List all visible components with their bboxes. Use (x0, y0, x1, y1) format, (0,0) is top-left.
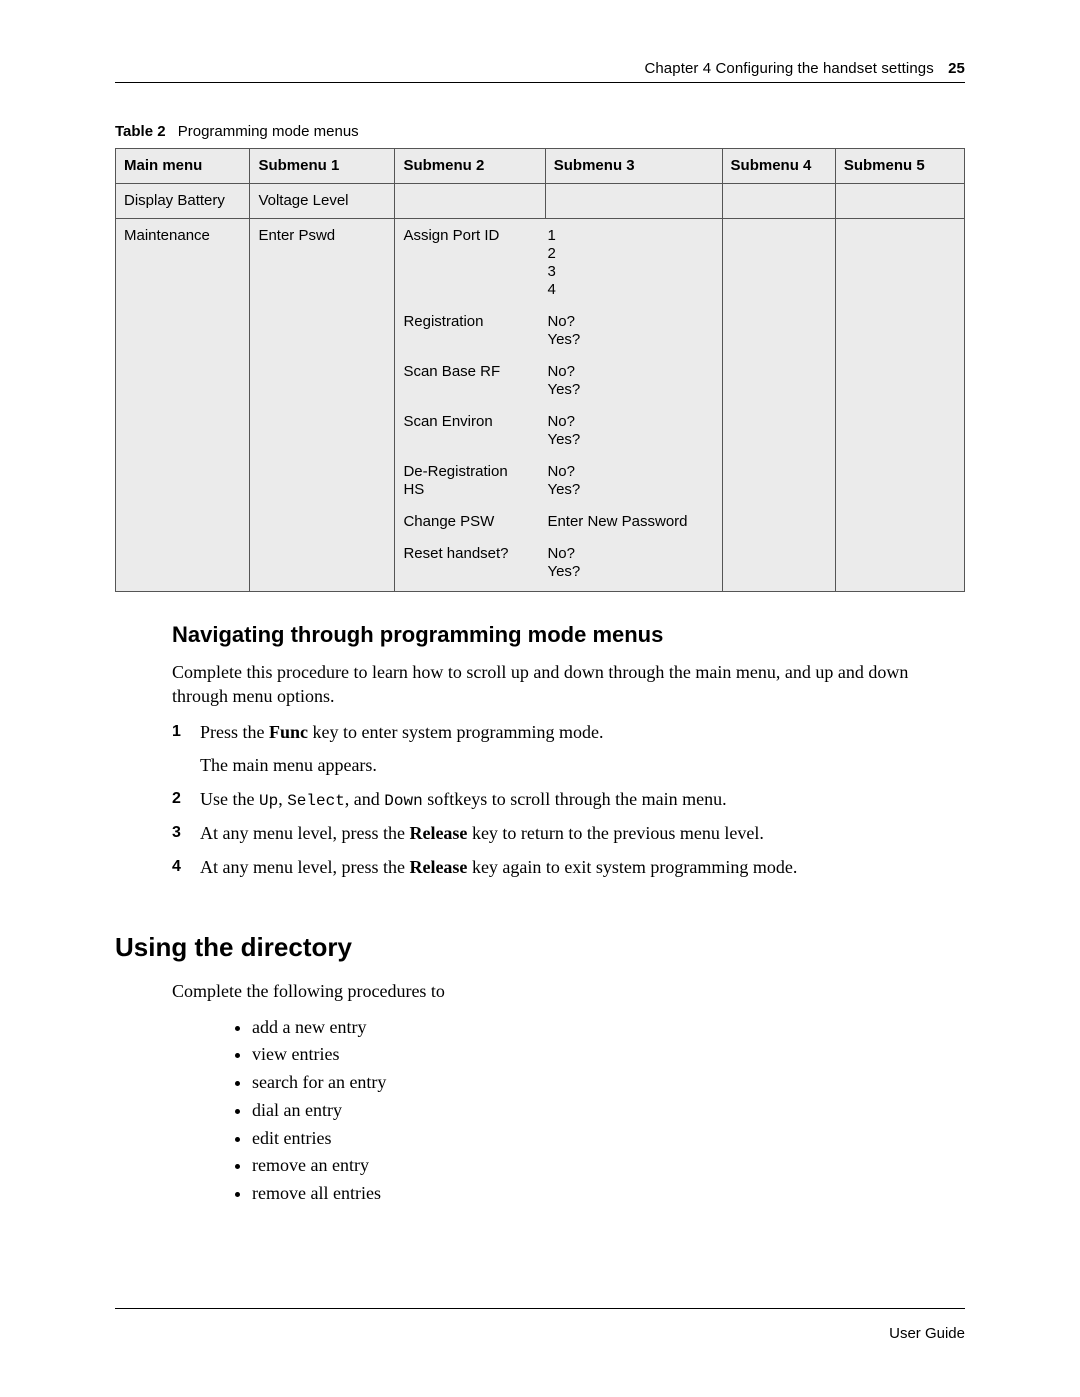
step-text: , (278, 789, 287, 809)
section-intro: Complete this procedure to learn how to … (172, 661, 965, 709)
cell-submenu-1: Enter Pswd (250, 219, 395, 592)
inner-row: De-Registration HS No? Yes? (395, 463, 721, 513)
step-text: Press the (200, 722, 269, 742)
key-name: Func (269, 722, 308, 742)
step-number: 4 (172, 856, 200, 880)
table-caption: Table 2 Programming mode menus (115, 123, 965, 140)
cell-submenu-5 (835, 184, 964, 219)
cell-submenu-4 (722, 184, 835, 219)
cell-submenu-2 (395, 184, 545, 219)
step-text: , and (345, 789, 385, 809)
step-text: At any menu level, press the (200, 857, 409, 877)
inner-row: Scan Environ No? Yes? (395, 413, 721, 463)
key-name: Release (409, 823, 467, 843)
section-using-the-directory: Using the directory Complete the followi… (115, 930, 965, 1206)
cell-submenu-5 (835, 219, 964, 592)
step-result: The main menu appears. (200, 754, 603, 778)
step: 4 At any menu level, press the Release k… (172, 856, 965, 880)
th-submenu-3: Submenu 3 (545, 149, 722, 184)
cell-submenu-2-3: Assign Port ID 1 2 3 4 Registration No? … (395, 219, 722, 592)
softkey-name: Down (384, 792, 422, 810)
cell-submenu-3: No? Yes? (539, 463, 721, 513)
th-submenu-5: Submenu 5 (835, 149, 964, 184)
header-rule (115, 82, 965, 83)
step: 2 Use the Up, Select, and Down softkeys … (172, 788, 965, 812)
step: 3 At any menu level, press the Release k… (172, 822, 965, 846)
cell-main-menu: Display Battery (116, 184, 250, 219)
section-title: Navigating through programming mode menu… (172, 620, 965, 649)
step-number: 2 (172, 788, 200, 812)
th-submenu-2: Submenu 2 (395, 149, 545, 184)
step-body: Press the Func key to enter system progr… (200, 721, 603, 779)
programming-mode-menus-table: Main menu Submenu 1 Submenu 2 Submenu 3 … (115, 148, 965, 592)
cell-submenu-3: Enter New Password (539, 513, 721, 545)
cell-submenu-3: No? Yes? (539, 313, 721, 363)
softkey-name: Select (287, 792, 345, 810)
cell-submenu-3 (545, 184, 722, 219)
step-text: softkeys to scroll through the main menu… (423, 789, 727, 809)
step-text: key to return to the previous menu level… (467, 823, 763, 843)
step-text: key again to exit system programming mod… (467, 857, 797, 877)
inner-table: Assign Port ID 1 2 3 4 Registration No? … (395, 227, 721, 583)
inner-row: Registration No? Yes? (395, 313, 721, 363)
list-item: edit entries (252, 1127, 965, 1151)
table-header-row: Main menu Submenu 1 Submenu 2 Submenu 3 … (116, 149, 965, 184)
list-item: remove all entries (252, 1182, 965, 1206)
step-body: At any menu level, press the Release key… (200, 822, 764, 846)
bullet-list: add a new entry view entries search for … (252, 1016, 965, 1206)
cell-submenu-1: Voltage Level (250, 184, 395, 219)
cell-submenu-3: No? Yes? (539, 363, 721, 413)
cell-submenu-2: Change PSW (395, 513, 539, 545)
inner-row: Change PSW Enter New Password (395, 513, 721, 545)
page: Chapter 4 Configuring the handset settin… (0, 0, 1080, 1397)
inner-row: Scan Base RF No? Yes? (395, 363, 721, 413)
table-caption-label: Table 2 (115, 123, 166, 140)
cell-submenu-2: De-Registration HS (395, 463, 539, 513)
footer-label: User Guide (889, 1325, 965, 1342)
cell-submenu-4 (722, 219, 835, 592)
cell-submenu-2: Assign Port ID (395, 227, 539, 313)
cell-submenu-3: 1 2 3 4 (539, 227, 721, 313)
list-item: search for an entry (252, 1071, 965, 1095)
list-item: add a new entry (252, 1016, 965, 1040)
list-item: remove an entry (252, 1154, 965, 1178)
cell-submenu-2: Scan Base RF (395, 363, 539, 413)
running-head: Chapter 4 Configuring the handset settin… (115, 60, 965, 77)
step-body: Use the Up, Select, and Down softkeys to… (200, 788, 727, 812)
step-list: 1 Press the Func key to enter system pro… (172, 721, 965, 880)
section-navigating: Navigating through programming mode menu… (172, 620, 965, 880)
step-body: At any menu level, press the Release key… (200, 856, 797, 880)
step-number: 3 (172, 822, 200, 846)
step-text: At any menu level, press the (200, 823, 409, 843)
step-text: key to enter system programming mode. (308, 722, 603, 742)
step: 1 Press the Func key to enter system pro… (172, 721, 965, 779)
cell-submenu-3: No? Yes? (539, 545, 721, 583)
th-submenu-1: Submenu 1 (250, 149, 395, 184)
section-intro: Complete the following procedures to (172, 980, 965, 1004)
footer-rule (115, 1308, 965, 1309)
cell-submenu-2: Registration (395, 313, 539, 363)
list-item: view entries (252, 1043, 965, 1067)
step-number: 1 (172, 721, 200, 779)
cell-main-menu: Maintenance (116, 219, 250, 592)
softkey-name: Up (259, 792, 278, 810)
inner-row: Reset handset? No? Yes? (395, 545, 721, 583)
step-text: Use the (200, 789, 259, 809)
cell-submenu-2: Reset handset? (395, 545, 539, 583)
table-row: Maintenance Enter Pswd Assign Port ID 1 … (116, 219, 965, 592)
section-title: Using the directory (115, 930, 965, 964)
table-row: Display Battery Voltage Level (116, 184, 965, 219)
cell-submenu-3: No? Yes? (539, 413, 721, 463)
table-caption-text: Programming mode menus (178, 123, 359, 140)
key-name: Release (409, 857, 467, 877)
cell-submenu-2: Scan Environ (395, 413, 539, 463)
list-item: dial an entry (252, 1099, 965, 1123)
th-submenu-4: Submenu 4 (722, 149, 835, 184)
chapter-label: Chapter 4 Configuring the handset settin… (644, 60, 933, 77)
page-number: 25 (948, 60, 965, 77)
inner-row: Assign Port ID 1 2 3 4 (395, 227, 721, 313)
th-main-menu: Main menu (116, 149, 250, 184)
